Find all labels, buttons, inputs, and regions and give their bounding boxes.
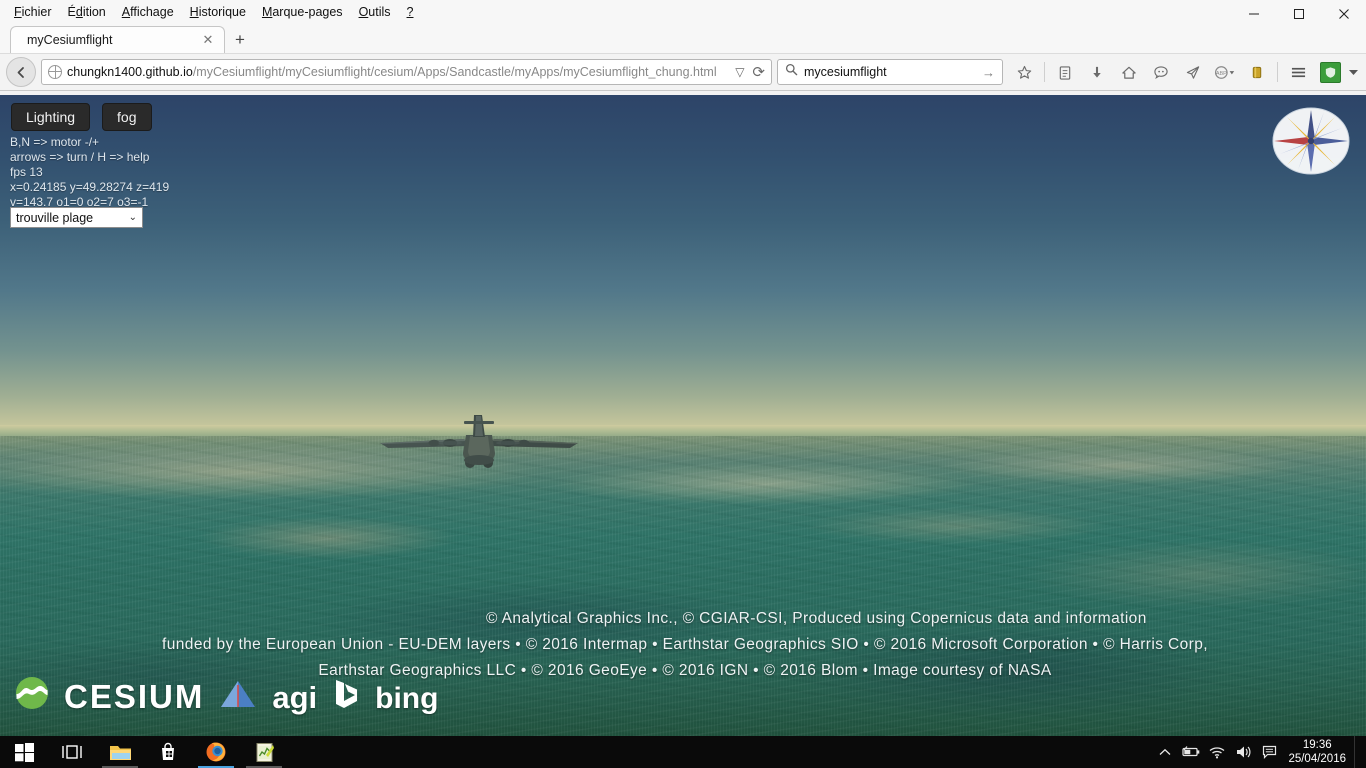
green-shield-extension-icon[interactable] bbox=[1314, 57, 1346, 87]
browser-toolbar-icons: ABP bbox=[1008, 57, 1360, 87]
history-dropmarker-icon[interactable]: ▽ bbox=[735, 65, 744, 79]
clock-date: 25/04/2016 bbox=[1288, 753, 1346, 765]
menu-aide[interactable]: ? bbox=[399, 3, 422, 21]
tab-mycesiumflight[interactable]: myCesiumflight ✕ bbox=[10, 26, 225, 53]
cesium-viewport[interactable]: Lighting fog B,N => motor -/+ arrows => … bbox=[0, 95, 1366, 736]
wallet-icon[interactable] bbox=[1241, 57, 1273, 87]
wifi-icon[interactable] bbox=[1204, 736, 1230, 768]
toolbar-divider bbox=[1044, 62, 1045, 82]
spreadsheet-app-button[interactable] bbox=[240, 736, 288, 768]
chat-icon[interactable] bbox=[1145, 57, 1177, 87]
aircraft-model bbox=[380, 415, 578, 468]
extension-dropdown-icon[interactable] bbox=[1346, 57, 1360, 87]
credit-line-2: funded by the European Union - EU-DEM la… bbox=[162, 636, 1208, 653]
menu-marque-pages[interactable]: Marque-pages bbox=[254, 3, 351, 21]
home-icon[interactable] bbox=[1113, 57, 1145, 87]
url-host: chungkn1400.github.io bbox=[67, 65, 193, 79]
show-desktop-button[interactable] bbox=[1354, 736, 1360, 768]
site-identity-globe-icon bbox=[47, 64, 62, 79]
url-text: chungkn1400.github.io/myCesiumflight/myC… bbox=[67, 65, 730, 79]
tab-close-icon[interactable]: ✕ bbox=[200, 32, 216, 48]
clock-time: 19:36 bbox=[1302, 739, 1332, 751]
fog-button[interactable]: fog bbox=[102, 103, 152, 131]
hud-line-position: x=0.24185 y=49.28274 z=419 bbox=[10, 180, 170, 194]
address-bar[interactable]: chungkn1400.github.io/myCesiumflight/myC… bbox=[41, 59, 772, 85]
firefox-button[interactable] bbox=[192, 736, 240, 768]
tab-title: myCesiumflight bbox=[27, 33, 113, 47]
location-select[interactable]: trouville plage ⌄ bbox=[10, 207, 143, 228]
download-icon[interactable] bbox=[1081, 57, 1113, 87]
file-explorer-button[interactable] bbox=[96, 736, 144, 768]
reader-list-icon[interactable] bbox=[1049, 57, 1081, 87]
taskbar-clock[interactable]: 19:36 25/04/2016 bbox=[1282, 738, 1354, 766]
system-tray: 19:36 25/04/2016 bbox=[1152, 736, 1366, 768]
reload-icon[interactable]: ⟳ bbox=[752, 63, 765, 81]
hud-line-motor: B,N => motor -/+ bbox=[10, 135, 100, 149]
battery-icon[interactable] bbox=[1178, 736, 1204, 768]
search-icon bbox=[785, 63, 798, 81]
agi-logo-text[interactable]: agi bbox=[272, 680, 317, 716]
bing-logo-text[interactable]: bing bbox=[375, 682, 438, 716]
credit-line-1: © Analytical Graphics Inc., © CGIAR-CSI,… bbox=[486, 610, 1147, 627]
menu-fichier[interactable]: Fichier bbox=[6, 3, 60, 21]
send-tab-icon[interactable] bbox=[1177, 57, 1209, 87]
microsoft-store-button[interactable] bbox=[144, 736, 192, 768]
hamburger-menu-icon[interactable] bbox=[1282, 57, 1314, 87]
back-button[interactable] bbox=[6, 57, 36, 87]
location-select-value: trouville plage bbox=[16, 210, 94, 225]
menu-affichage[interactable]: Affichage bbox=[114, 3, 182, 21]
compass-rose-widget[interactable] bbox=[1271, 103, 1351, 179]
menu-edition[interactable]: Édition bbox=[60, 3, 114, 21]
credit-line-3: Earthstar Geographics LLC • © 2016 GeoEy… bbox=[318, 662, 1052, 679]
show-hidden-icons-button[interactable] bbox=[1152, 736, 1178, 768]
tab-strip: myCesiumflight ✕ + bbox=[0, 23, 1366, 53]
firefox-window: Fichier Édition Affichage Historique Mar… bbox=[0, 0, 1366, 736]
start-button[interactable] bbox=[0, 736, 48, 768]
url-path: /myCesiumflight/myCesiumflight/cesium/Ap… bbox=[192, 65, 717, 79]
hud-line-fps: fps 13 bbox=[10, 165, 43, 179]
menu-historique[interactable]: Historique bbox=[182, 3, 254, 21]
search-bar[interactable]: mycesiumflight → bbox=[777, 59, 1003, 85]
cesium-hud-buttons: Lighting fog bbox=[11, 103, 152, 131]
extension-badge bbox=[1319, 61, 1341, 83]
cesium-hud-readout: B,N => motor -/+ arrows => turn / H => h… bbox=[10, 135, 169, 210]
svg-text:ABP: ABP bbox=[1216, 70, 1227, 76]
menu-outils[interactable]: Outils bbox=[351, 3, 399, 21]
volume-icon[interactable] bbox=[1230, 736, 1256, 768]
windows-taskbar: 19:36 25/04/2016 bbox=[0, 736, 1366, 768]
search-input[interactable]: mycesiumflight bbox=[804, 65, 976, 79]
sky-background bbox=[0, 95, 1366, 433]
taskbar-items bbox=[0, 736, 288, 768]
menu-bar: Fichier Édition Affichage Historique Mar… bbox=[0, 0, 1366, 23]
address-bar-icons: ▽ ⟳ bbox=[735, 63, 765, 81]
task-view-button[interactable] bbox=[48, 736, 96, 768]
navigation-toolbar: chungkn1400.github.io/myCesiumflight/myC… bbox=[0, 53, 1366, 91]
adblock-plus-icon[interactable]: ABP bbox=[1209, 57, 1241, 87]
bookmark-star-icon[interactable] bbox=[1008, 57, 1040, 87]
action-center-icon[interactable] bbox=[1256, 736, 1282, 768]
cesium-credits: CESIUM agi bing © Analytical Graphics In… bbox=[0, 610, 1366, 716]
hud-line-controls: arrows => turn / H => help bbox=[10, 150, 150, 164]
lighting-button[interactable]: Lighting bbox=[11, 103, 91, 131]
toolbar-divider-2 bbox=[1277, 62, 1278, 82]
window-controls bbox=[1231, 0, 1366, 23]
chevron-down-icon: ⌄ bbox=[128, 212, 137, 223]
new-tab-button[interactable]: + bbox=[225, 26, 255, 53]
search-go-icon[interactable]: → bbox=[982, 65, 995, 80]
